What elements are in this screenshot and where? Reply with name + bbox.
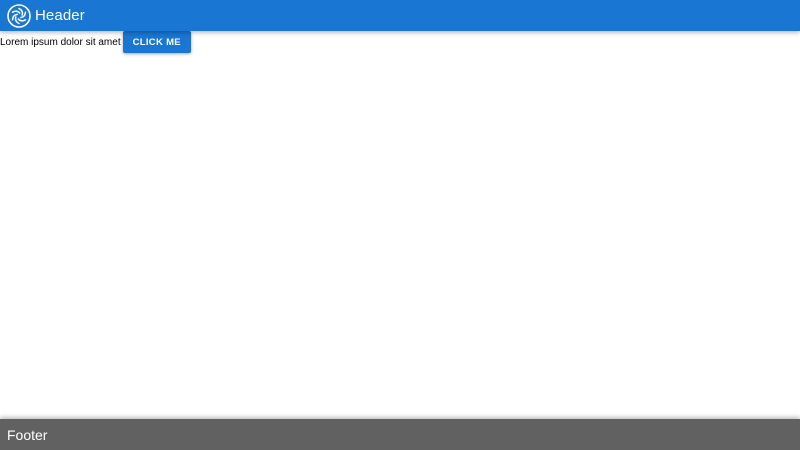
- footer-bar: Footer: [0, 419, 800, 450]
- header-title: Header: [35, 7, 85, 24]
- content-row: Lorem ipsum dolor sit amet CLICK ME: [0, 31, 800, 53]
- main-content: Lorem ipsum dolor sit amet CLICK ME: [0, 31, 800, 419]
- aperture-logo-icon: [7, 3, 31, 28]
- header-bar: Header: [0, 0, 800, 31]
- click-me-button[interactable]: CLICK ME: [122, 31, 191, 53]
- lorem-text: Lorem ipsum dolor sit amet: [0, 36, 121, 48]
- app-root: Header Lorem ipsum dolor sit amet CLICK …: [0, 0, 800, 450]
- footer-title: Footer: [7, 426, 48, 443]
